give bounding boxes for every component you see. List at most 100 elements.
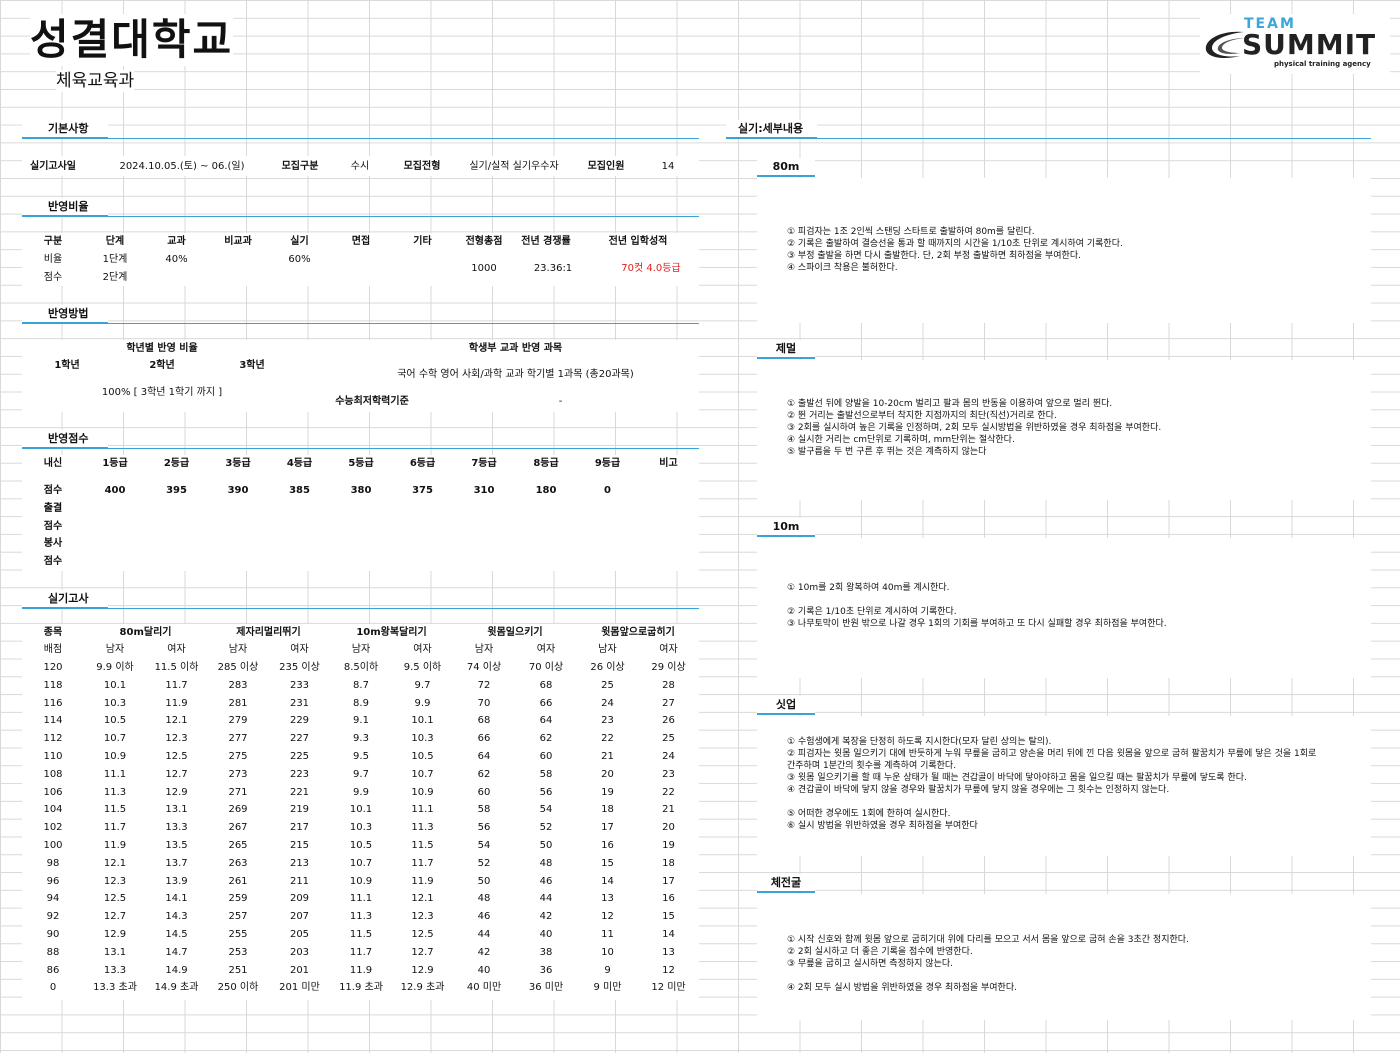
ratio-header: 전년 입학성적	[608, 236, 668, 247]
volunteer-score-label: 점수	[43, 556, 63, 567]
points-cell: 108	[43, 768, 63, 780]
record-cell: 13.3	[165, 822, 188, 834]
record-cell: 12 미만	[651, 982, 686, 994]
record-cell: 52	[477, 857, 491, 869]
points-cell: 92	[46, 911, 60, 923]
detail-line: ② 기록은 1/10초 단위로 계시하여 기록한다.	[787, 607, 957, 617]
record-cell: 9.1	[353, 715, 369, 727]
event-long-jump: 제자리멀리뛰기	[236, 627, 301, 638]
record-cell: 13.9	[165, 875, 188, 887]
detail-box-long-jump: ① 출발선 뒤에 양발을 10-20cm 벌리고 팔과 몸의 반동을 이용하여 …	[757, 360, 1371, 500]
record-cell: 25	[601, 679, 614, 691]
points-cell: 104	[43, 804, 63, 816]
ratio-table: 구분 단계 교과 비교과 실기 면접 기타 전형총점 전년 경쟁률 전년 입학성…	[22, 233, 699, 286]
record-cell: 11.3	[349, 911, 373, 923]
detail-title-80m: 80m	[757, 158, 815, 177]
record-cell: 11.5	[349, 929, 373, 940]
ratio-header: 면접	[351, 236, 371, 247]
gender-male: 남자	[351, 644, 371, 655]
record-cell: 9.9	[353, 786, 369, 798]
record-cell: 271	[228, 786, 248, 798]
detail-line: ② 기록은 출발하여 결승선을 통과 할 때까지의 시간을 1/10초 단위로 …	[787, 239, 1123, 249]
record-cell: 12.7	[411, 946, 434, 958]
points-cell: 86	[46, 964, 60, 976]
detail-line: ⑤ 어떠한 경우에도 1회에 한하여 실시한다.	[787, 809, 951, 819]
detail-line: ② 피검자는 윗몸 일으키기 대에 반듯하게 누워 무릎을 굽히고 양손을 머리…	[787, 749, 1317, 759]
record-cell: 13.3 초과	[93, 982, 137, 994]
score-value: 395	[166, 485, 187, 496]
record-cell: 219	[289, 804, 310, 816]
detail-box-sit-reach: ① 시작 신호와 함께 윗몸 앞으로 굽히기대 위에 다리를 모으고 서서 몸을…	[757, 894, 1371, 1020]
scores-header: 2등급	[163, 458, 190, 469]
record-cell: 36 미만	[528, 982, 564, 994]
points-cell: 116	[43, 697, 63, 709]
section-ratio-title: 반영비율	[22, 198, 109, 217]
record-cell: 8.7	[353, 679, 369, 691]
record-cell: 277	[228, 733, 248, 745]
points-cell: 118	[43, 679, 63, 691]
record-cell: 12.9	[103, 929, 127, 940]
ratio-practical: 60%	[288, 254, 311, 265]
record-cell: 11.9	[165, 697, 188, 709]
year-3: 3학년	[239, 360, 265, 371]
scores-header: 4등급	[286, 458, 313, 469]
points-cell: 110	[43, 751, 63, 762]
prev-competition: 23.36:1	[533, 263, 573, 274]
record-cell: 11.9	[103, 840, 127, 851]
record-cell: 11.9	[411, 875, 434, 887]
event-80m: 80m달리기	[119, 627, 172, 638]
record-cell: 11.7	[103, 822, 127, 834]
record-cell: 14.7	[165, 946, 188, 958]
record-cell: 44	[477, 929, 491, 940]
exam-date-value: 2024.10.05.(토) ~ 06.(일)	[119, 161, 245, 172]
scores-header: 3등급	[225, 458, 251, 469]
detail-title-situp: 싯업	[757, 696, 815, 715]
record-cell: 62	[539, 733, 553, 745]
record-cell: 14.9	[165, 964, 188, 976]
record-cell: 10	[601, 946, 614, 958]
record-cell: 12.1	[103, 857, 127, 869]
record-cell: 22	[601, 733, 614, 745]
record-cell: 16	[662, 893, 675, 905]
record-cell: 10.1	[103, 679, 127, 691]
section-method: 반영방법	[22, 305, 699, 324]
record-cell: 27	[662, 697, 675, 709]
record-cell: 229	[289, 715, 310, 727]
record-cell: 68	[477, 715, 491, 727]
record-cell: 12	[601, 911, 614, 923]
record-cell: 46	[539, 875, 553, 887]
score-value: 390	[227, 485, 249, 496]
record-cell: 10.9	[349, 875, 373, 887]
logo-tagline: physical training agency	[1274, 60, 1371, 68]
scores-header: 1등급	[102, 458, 128, 469]
record-cell: 11.1	[349, 893, 373, 905]
record-cell: 261	[228, 875, 248, 887]
record-cell: 269	[228, 804, 248, 816]
detail-line: ③ 부정 출발을 하면 다시 출발한다. 단, 2회 부정 출발하면 최하점을 …	[787, 251, 1081, 261]
method-table: 학년별 반영 비율 1학년 2학년 3학년 100% [ 3학년 1학기 까지 …	[22, 340, 699, 412]
event-situp: 윗몸일으키기	[487, 627, 543, 638]
record-cell: 259	[228, 893, 248, 905]
record-cell: 255	[228, 929, 248, 940]
grade-ratio-label: 학년별 반영 비율	[126, 343, 198, 354]
record-cell: 12.3	[103, 875, 127, 887]
record-cell: 40	[539, 929, 553, 940]
record-cell: 18	[662, 857, 675, 869]
record-cell: 221	[289, 786, 310, 798]
section-method-title: 반영방법	[22, 305, 109, 324]
ratio-header: 기타	[413, 236, 432, 247]
record-cell: 12.7	[103, 911, 127, 923]
record-cell: 54	[539, 804, 553, 816]
detail-line: ② 2회 실시하고 더 좋은 기록을 점수에 반영한다.	[787, 947, 973, 957]
record-cell: 279	[228, 715, 248, 727]
scores-table: 내신 1등급 2등급 3등급 4등급 5등급 6등급 7등급 8등급 9등급 비…	[22, 455, 699, 571]
record-cell: 13.1	[165, 804, 188, 816]
detail-title-sit-reach: 체전굴	[757, 874, 815, 893]
score-value: 400	[104, 485, 126, 496]
record-cell: 48	[539, 857, 553, 869]
record-cell: 12.3	[411, 911, 434, 923]
scores-header: 6등급	[409, 458, 436, 469]
record-cell: 8.5이하	[343, 662, 379, 673]
record-cell: 10.3	[349, 822, 373, 834]
record-cell: 235 이상	[279, 662, 320, 673]
